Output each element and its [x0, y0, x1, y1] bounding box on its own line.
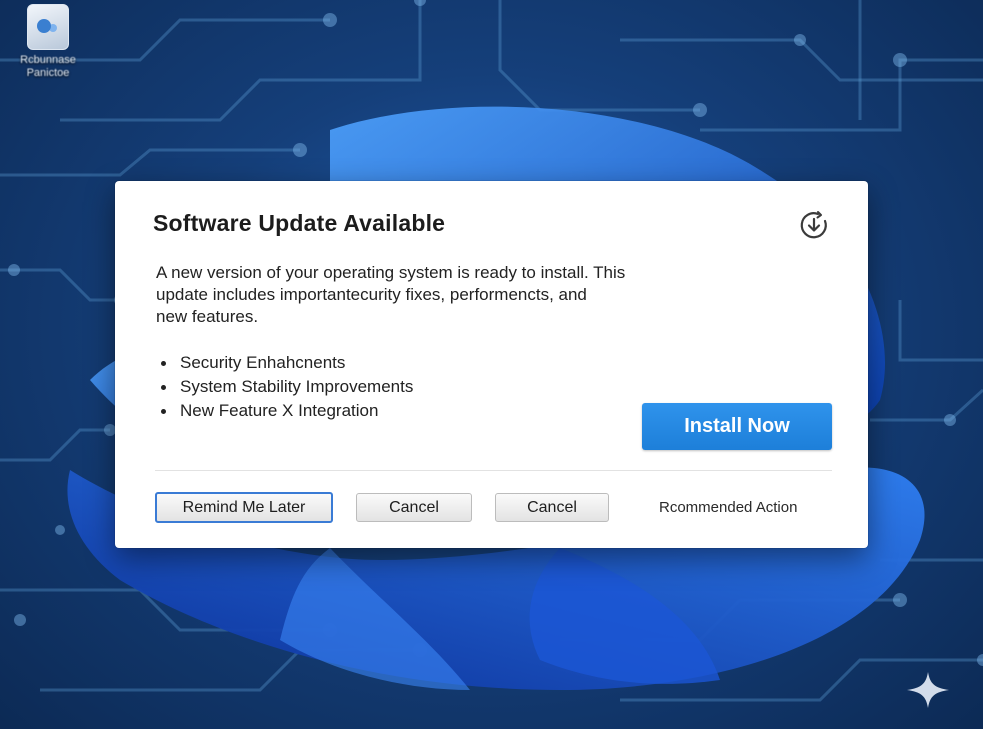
cancel-button-secondary[interactable]: Cancel: [495, 493, 609, 522]
divider: [155, 470, 832, 471]
feature-list-item: Security Enhahcnents: [159, 351, 413, 375]
desktop-icon-label: Rcbunnase Panictoe: [4, 54, 92, 80]
update-dialog: Software Update Available A new version …: [115, 181, 868, 548]
desktop-icon[interactable]: Rcbunnase Panictoe: [4, 4, 92, 80]
feature-list: Security Enhahcnents System Stability Im…: [159, 351, 413, 423]
feature-list-item: System Stability Improvements: [159, 375, 413, 399]
sparkle-icon: [907, 672, 949, 708]
message-line: A new version of your operating system i…: [156, 263, 626, 282]
message-line: update includes importantecurity fixes, …: [156, 285, 587, 304]
desktop-icon-label-line1: Rcbunnase: [20, 54, 76, 66]
recommended-action-label: Rcommended Action: [659, 499, 798, 516]
dialog-message: A new version of your operating system i…: [156, 262, 796, 328]
download-circle-icon: [800, 211, 827, 239]
feature-list-item: New Feature X Integration: [159, 399, 413, 423]
cancel-button[interactable]: Cancel: [356, 493, 472, 522]
remind-me-later-button[interactable]: Remind Me Later: [155, 492, 333, 523]
desktop-icon-label-line2: Panictoe: [26, 67, 70, 79]
dialog-title: Software Update Available: [153, 210, 446, 236]
message-line: new features.: [156, 307, 259, 326]
install-now-button[interactable]: Install Now: [642, 403, 832, 450]
recycle-bin-icon: [27, 4, 69, 50]
